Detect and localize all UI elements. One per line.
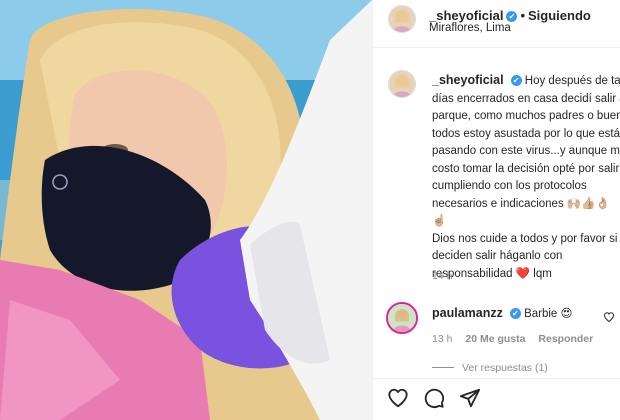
comment-emoji: 😍 — [560, 308, 573, 320]
caption-heart-emoji: ❤️ — [515, 267, 531, 280]
commenter-verified-icon: ✔ — [509, 308, 521, 319]
view-replies-button[interactable]: Ver respuestas (1) — [432, 362, 548, 374]
comment-meta: 13 h 20 Me gusta Responder — [432, 333, 603, 345]
caption-verified-icon: ✔ — [510, 75, 522, 86]
comment-likes[interactable]: 20 Me gusta — [465, 333, 525, 345]
caption-line-10: responsabilidad ❤️ lqm — [432, 266, 620, 284]
caption-emoji-line: ☝🏼 — [432, 215, 447, 227]
caption-line-9: deciden salir háganlo con — [432, 250, 563, 262]
action-bar — [373, 378, 620, 420]
following-button[interactable]: Siguiendo — [528, 8, 591, 23]
verified-badge-icon: ✔ — [506, 11, 518, 22]
caption-line-4: pasando con este virus...y aunque me — [432, 145, 620, 157]
comment-body: paulamanzz ✔ Barbie 😍 — [432, 306, 573, 320]
post-details-panel: _sheyoficial ✔ • Siguiendo Miraflores, Lima… — [372, 0, 620, 420]
commenter-username[interactable]: paulamanzz — [432, 306, 503, 320]
caption-emojis: 🙌🏼👍🏼👌🏼 — [566, 197, 610, 210]
caption-line-6: cumpliendo con los protocolos — [432, 180, 587, 192]
comment-like-heart-icon[interactable] — [603, 310, 615, 323]
author-username[interactable]: _sheyoficial — [429, 8, 503, 23]
replies-divider — [432, 367, 454, 368]
comment-item: paulamanzz ✔ Barbie 😍 13 h 20 Me gusta Re… — [373, 300, 620, 360]
share-icon[interactable] — [459, 387, 481, 409]
caption-text: _sheyoficial ✔ Hoy después de tantos días… — [432, 72, 620, 283]
comment-icon[interactable] — [423, 387, 445, 409]
comment-time[interactable]: 13 h — [432, 333, 452, 345]
caption-username[interactable]: _sheyoficial — [432, 73, 504, 87]
post-image — [0, 0, 372, 420]
post-timestamp[interactable]: 14 h — [432, 270, 452, 282]
comment-text: Barbie — [524, 308, 558, 320]
caption-text-line: necesarios e indicaciones — [432, 197, 564, 210]
post-photo[interactable] — [0, 0, 372, 420]
caption-line-2: parque, como muchos padres o bueno — [432, 110, 620, 122]
caption-line-1: días encerrados en casa decidí salir al — [432, 92, 620, 105]
post-header: _sheyoficial ✔ • Siguiendo Miraflores, Lima — [373, 0, 620, 48]
separator-dot: • — [520, 8, 525, 23]
caption-line-3: todos estoy asustada por lo que está — [432, 127, 620, 140]
caption-text-line: Hoy después de tantos — [524, 75, 620, 87]
caption-line-7: necesarios e indicaciones 🙌🏼👍🏼👌🏼 — [432, 196, 620, 214]
commenter-avatar[interactable] — [386, 302, 418, 334]
view-replies-label: Ver respuestas (1) — [462, 362, 548, 374]
caption-line-5: costo tomar la decisión opté por salir — [432, 162, 620, 175]
author-avatar[interactable] — [388, 5, 416, 33]
caption-text-line: lqm — [533, 267, 552, 280]
header-username-row: _sheyoficial ✔ • Siguiendo — [429, 8, 591, 23]
location-link[interactable]: Miraflores, Lima — [429, 22, 511, 34]
caption-avatar[interactable] — [388, 70, 416, 98]
reply-button[interactable]: Responder — [538, 333, 593, 345]
caption-line-0: _sheyoficial ✔ Hoy después de tantos — [432, 72, 620, 91]
caption-line-8: Dios nos cuide a todos y por favor si — [432, 232, 618, 245]
heart-icon[interactable] — [387, 387, 409, 409]
